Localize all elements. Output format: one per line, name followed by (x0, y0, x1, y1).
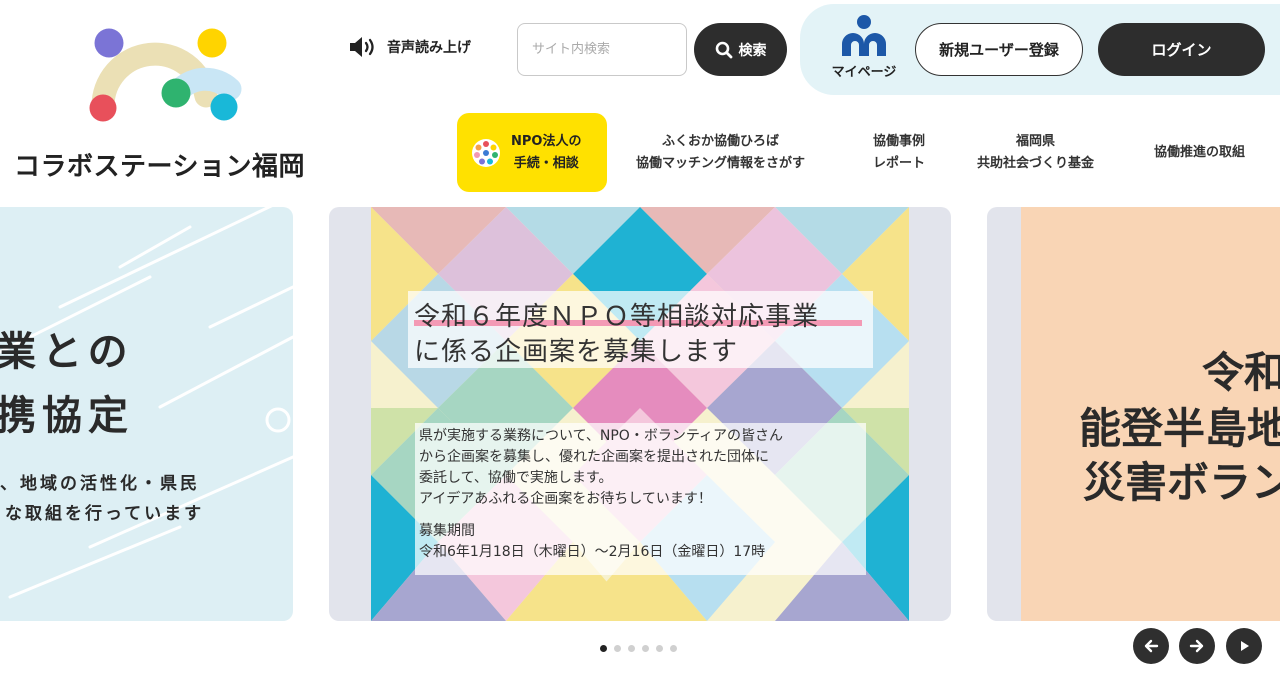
slide-next-line1: 令和 (1202, 348, 1280, 397)
slider-pagination (600, 645, 677, 652)
text-to-speech-button[interactable]: 音声読み上げ (349, 36, 471, 58)
poster-title-line1: 令和６年度ＮＰＯ等相談対応事業 (414, 302, 820, 332)
npo-color-wheel-icon (472, 138, 500, 167)
poster-period-value: 令和6年1月18日（木曜日）～2月16日（金曜日）17時 (419, 544, 766, 560)
site-search-input[interactable] (517, 23, 687, 76)
slide-prev-heading-line1: 業との (0, 329, 134, 375)
poster-body-line3: 委託して、協働で実施します。 (419, 470, 613, 486)
slide-prev[interactable]: 業との 携協定 、地域の活性化・県民 な取組を行っています (0, 207, 293, 621)
logo-mark-icon (89, 28, 242, 122)
slider-dot[interactable] (642, 645, 649, 652)
nav-item-fund-line1: 福岡県 (1016, 134, 1056, 149)
arrow-left-icon (1144, 639, 1159, 653)
site-logo[interactable]: コラボステーション福岡 (0, 0, 330, 200)
nav-item-fund-line2: 共助社会づくり基金 (977, 156, 1095, 171)
arrow-right-icon (1189, 639, 1204, 653)
slide-current-poster: 令和６年度ＮＰＯ等相談対応事業 に係る企画案を募集します 県が実施する業務につい… (371, 207, 909, 621)
slider-next-button[interactable] (1179, 628, 1215, 664)
nav-item-case-report-line2: レポート (873, 156, 926, 171)
nav-npo-line2: 手続・相談 (513, 155, 579, 171)
slider-dot[interactable] (670, 645, 677, 652)
nav-item-fund[interactable]: 福岡県 共助社会づくり基金 (977, 131, 1094, 175)
poster-body-line2: から企画案を募集し、優れた企画案を提出された団体に (419, 449, 769, 465)
slider-dot[interactable] (656, 645, 663, 652)
poster-body-line4: アイデアあふれる企画案をお待ちしています！ (419, 491, 712, 507)
site-title: コラボステーション福岡 (14, 152, 305, 182)
nav-item-matching[interactable]: ふくおか協働ひろば 協働マッチング情報をさがす (636, 131, 805, 175)
slider-prev-button[interactable] (1133, 628, 1169, 664)
nav-item-matching-line1: ふくおか協働ひろば (662, 134, 780, 149)
slide-current[interactable]: 令和６年度ＮＰＯ等相談対応事業 に係る企画案を募集します 県が実施する業務につい… (329, 207, 951, 621)
play-icon (1241, 641, 1249, 651)
poster-body-box: 県が実施する業務について、NPO・ボランティアの皆さん から企画案を募集し、優れ… (415, 423, 866, 575)
search-button-label: 検索 (738, 42, 767, 59)
nav-npo-label: NPO法人の 手続・相談 (511, 131, 581, 175)
text-to-speech-label: 音声読み上げ (387, 40, 471, 56)
slide-next-line3: 災害ボラン (1083, 458, 1280, 507)
mypage-person-icon (842, 15, 886, 56)
poster-title-line2: に係る企画案を募集します (414, 337, 739, 367)
nav-item-case-report-line1: 協働事例 (873, 134, 926, 149)
nav-item-initiatives-label: 協働推進の取組 (1154, 145, 1246, 160)
search-icon (715, 41, 732, 58)
slide-prev-text-line1: 、地域の活性化・県民 (0, 474, 200, 494)
slider-dot[interactable] (614, 645, 621, 652)
login-button[interactable]: ログイン (1098, 23, 1265, 76)
slider-play-button[interactable] (1226, 628, 1262, 664)
slide-prev-heading-line2: 携協定 (0, 393, 134, 439)
nav-npo-line1: NPO法人の (511, 133, 582, 149)
slider-dot[interactable] (600, 645, 607, 652)
slide-prev-text-line2: な取組を行っています (5, 504, 205, 524)
slide-next-line2: 能登半島地 (1079, 404, 1280, 453)
nav-npo-procedures[interactable]: NPO法人の 手続・相談 (457, 113, 607, 192)
poster-period-label: 募集期間 (419, 523, 475, 539)
nav-item-case-report[interactable]: 協働事例 レポート (873, 131, 925, 175)
poster-body-line1: 県が実施する業務について、NPO・ボランティアの皆さん (419, 428, 783, 444)
mypage-label: マイページ (831, 65, 897, 80)
nav-item-matching-line2: 協働マッチング情報をさがす (636, 156, 806, 171)
mypage-link[interactable]: マイページ (826, 14, 902, 80)
slide-next[interactable]: 令和 能登半島地 災害ボラン (987, 207, 1280, 621)
poster-title-box: 令和６年度ＮＰＯ等相談対応事業 に係る企画案を募集します (408, 291, 873, 368)
register-button[interactable]: 新規ユーザー登録 (915, 23, 1083, 76)
search-button[interactable]: 検索 (694, 23, 787, 76)
speaker-icon (350, 37, 374, 57)
slider-dot[interactable] (628, 645, 635, 652)
nav-item-initiatives[interactable]: 協働推進の取組 (1154, 142, 1245, 164)
